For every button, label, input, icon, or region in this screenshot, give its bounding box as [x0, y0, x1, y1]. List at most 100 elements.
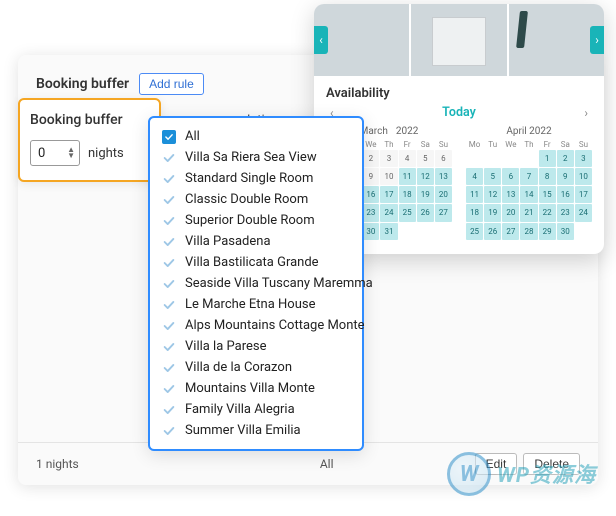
gallery-prev-icon[interactable]: ‹	[314, 26, 328, 54]
check-icon	[162, 256, 176, 270]
day-cell[interactable]: 15	[539, 186, 556, 203]
dropdown-item[interactable]: Mountains Villa Monte	[150, 378, 362, 399]
gallery-image[interactable]	[409, 4, 506, 76]
day-cell[interactable]: 17	[380, 186, 397, 203]
day-cell[interactable]: 5	[484, 168, 501, 185]
dow-cell: Fr	[399, 140, 416, 149]
dropdown-item[interactable]: Family Villa Alegria	[150, 399, 362, 420]
dropdown-item[interactable]: Summer Villa Emilia	[150, 420, 362, 441]
day-empty	[466, 150, 483, 167]
checkbox-checked-icon[interactable]	[162, 130, 176, 144]
dropdown-item-label: Alps Mountains Cottage Monte	[185, 318, 365, 333]
day-cell[interactable]: 10	[575, 168, 592, 185]
day-cell[interactable]: 7	[520, 168, 537, 185]
dropdown-item-all[interactable]: All	[150, 126, 362, 147]
dropdown-item[interactable]: Alps Mountains Cottage Monte	[150, 315, 362, 336]
booking-buffer-card: Booking buffer 0 ▲ ▼ nights	[18, 98, 161, 182]
day-cell[interactable]: 2	[362, 150, 379, 167]
day-cell[interactable]: 6	[435, 150, 452, 167]
day-cell[interactable]: 8	[539, 168, 556, 185]
nights-input[interactable]: 0 ▲ ▼	[30, 140, 80, 166]
spinner-down-icon[interactable]: ▼	[67, 153, 75, 159]
day-cell[interactable]: 18	[466, 204, 483, 221]
day-cell[interactable]: 22	[539, 204, 556, 221]
day-cell[interactable]: 24	[575, 204, 592, 221]
day-cell[interactable]: 31	[380, 223, 397, 240]
day-cell[interactable]: 23	[557, 204, 574, 221]
dropdown-item[interactable]: Villa de la Corazon	[150, 357, 362, 378]
check-icon	[162, 193, 176, 207]
day-cell[interactable]: 5	[417, 150, 434, 167]
day-cell[interactable]: 21	[520, 204, 537, 221]
check-icon	[162, 424, 176, 438]
accommodations-dropdown[interactable]: All Villa Sa Riera Sea ViewStandard Sing…	[148, 116, 364, 451]
gallery-image[interactable]	[314, 4, 409, 76]
day-cell[interactable]: 20	[435, 186, 452, 203]
spinner: ▲ ▼	[67, 147, 75, 159]
dropdown-all-label: All	[185, 129, 200, 144]
day-cell[interactable]: 30	[557, 223, 574, 240]
day-cell[interactable]: 2	[557, 150, 574, 167]
dropdown-item[interactable]: Villa Bastilicata Grande	[150, 252, 362, 273]
day-cell[interactable]: 25	[466, 223, 483, 240]
day-cell[interactable]: 26	[484, 223, 501, 240]
day-cell[interactable]: 19	[484, 204, 501, 221]
day-cell[interactable]: 12	[417, 168, 434, 185]
calendar-nav-row: ‹ Today ›	[326, 105, 592, 120]
dropdown-item-label: Le Marche Etna House	[185, 297, 315, 312]
day-cell[interactable]: 30	[362, 223, 379, 240]
day-cell[interactable]: 3	[575, 150, 592, 167]
day-cell[interactable]: 13	[502, 186, 519, 203]
calendar-next-icon[interactable]: ›	[580, 106, 592, 120]
dropdown-item[interactable]: Villa la Parese	[150, 336, 362, 357]
dropdown-item-label: Villa de la Corazon	[185, 360, 292, 375]
dropdown-item[interactable]: Villa Pasadena	[150, 231, 362, 252]
day-cell[interactable]: 20	[502, 204, 519, 221]
dow-cell: Th	[520, 140, 537, 149]
footer-all: All	[320, 457, 334, 471]
day-cell[interactable]: 29	[539, 223, 556, 240]
day-cell[interactable]: 11	[466, 186, 483, 203]
add-rule-button[interactable]: Add rule	[139, 73, 204, 95]
days-grid: 1234567891011121314151617181920212223242…	[466, 150, 592, 240]
day-cell[interactable]: 16	[362, 186, 379, 203]
day-cell[interactable]: 19	[417, 186, 434, 203]
today-label[interactable]: Today	[442, 105, 476, 120]
day-cell[interactable]: 14	[520, 186, 537, 203]
day-cell[interactable]: 4	[466, 168, 483, 185]
day-cell[interactable]: 27	[502, 223, 519, 240]
day-cell[interactable]: 24	[380, 204, 397, 221]
day-cell[interactable]: 10	[380, 168, 397, 185]
dropdown-item[interactable]: Le Marche Etna House	[150, 294, 362, 315]
gallery-next-icon[interactable]: ›	[590, 26, 604, 54]
day-cell[interactable]: 25	[399, 204, 416, 221]
day-cell[interactable]: 16	[557, 186, 574, 203]
day-cell[interactable]: 13	[435, 168, 452, 185]
day-cell[interactable]: 17	[575, 186, 592, 203]
day-cell[interactable]: 23	[362, 204, 379, 221]
month-name: April 2022	[506, 126, 551, 137]
day-cell[interactable]: 6	[502, 168, 519, 185]
dropdown-item[interactable]: Classic Double Room	[150, 189, 362, 210]
dropdown-item[interactable]: Standard Single Room	[150, 168, 362, 189]
buffer-input-row: 0 ▲ ▼ nights	[30, 140, 149, 166]
dropdown-item[interactable]: Villa Sa Riera Sea View	[150, 147, 362, 168]
day-cell[interactable]: 1	[539, 150, 556, 167]
dropdown-item[interactable]: Seaside Villa Tuscany Maremma	[150, 273, 362, 294]
edit-button[interactable]: Edit	[475, 453, 518, 475]
footer-actions: Edit Delete	[475, 453, 580, 475]
day-cell[interactable]: 26	[417, 204, 434, 221]
check-icon	[162, 319, 176, 333]
day-cell[interactable]: 9	[557, 168, 574, 185]
day-cell[interactable]: 18	[399, 186, 416, 203]
day-cell[interactable]: 4	[399, 150, 416, 167]
dropdown-item[interactable]: Superior Double Room	[150, 210, 362, 231]
day-cell[interactable]: 11	[399, 168, 416, 185]
day-cell[interactable]: 28	[520, 223, 537, 240]
day-cell[interactable]: 3	[380, 150, 397, 167]
delete-button[interactable]: Delete	[523, 453, 580, 475]
day-cell[interactable]: 27	[435, 204, 452, 221]
check-icon	[162, 361, 176, 375]
day-cell[interactable]: 12	[484, 186, 501, 203]
day-cell[interactable]: 9	[362, 168, 379, 185]
